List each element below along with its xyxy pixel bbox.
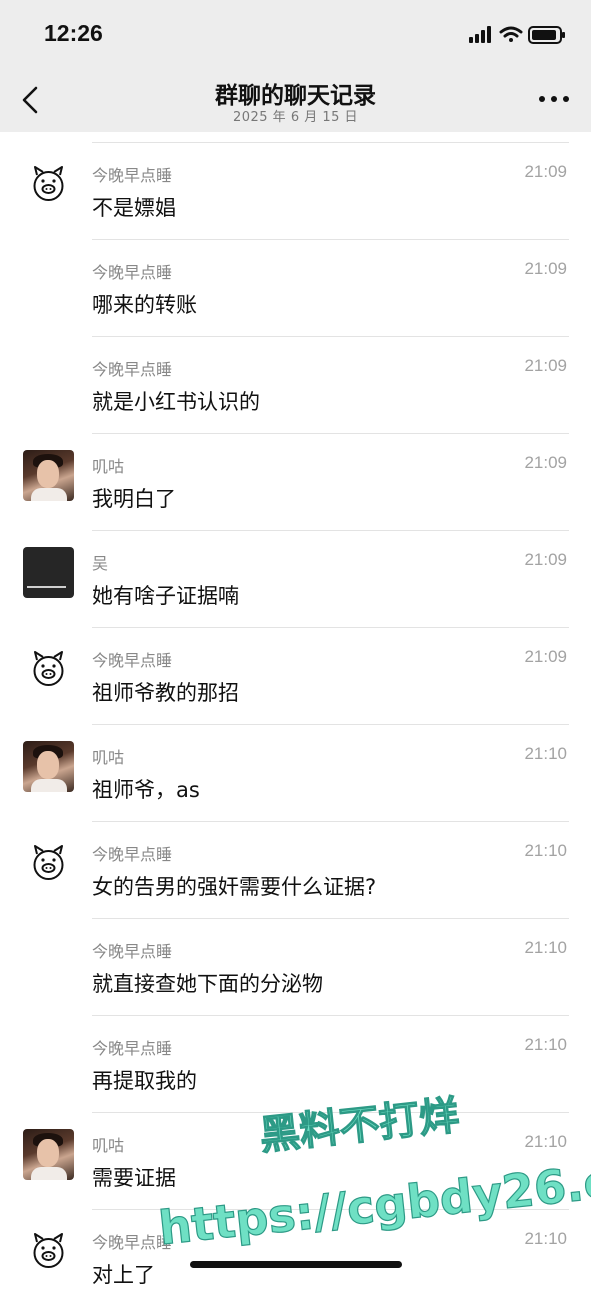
chat-message-row[interactable]: 吴 21:09 她有啥子证据喃	[0, 530, 591, 627]
message-text: 祖师爷教的那招	[92, 681, 239, 705]
message-text: 再提取我的	[92, 1069, 197, 1093]
message-divider	[92, 530, 569, 531]
wifi-icon	[499, 26, 523, 42]
battery-icon	[528, 26, 565, 44]
message-divider	[92, 627, 569, 628]
navigation-bar: 群聊的聊天记录 2025 年 6 月 15 日	[0, 68, 591, 132]
message-sender-name: 今晚早点睡	[92, 1039, 173, 1058]
message-divider	[92, 239, 569, 240]
message-timestamp: 21:10	[524, 841, 567, 860]
more-options-icon[interactable]	[539, 96, 569, 106]
message-divider	[92, 1209, 569, 1210]
chat-message-row[interactable]: 今晚早点睡 21:10 女的告男的强奸需要什么证据?	[0, 821, 591, 918]
message-divider	[92, 336, 569, 337]
message-timestamp: 21:10	[524, 938, 567, 957]
chat-message-row[interactable]: 今晚早点睡 21:10 对上了	[0, 1209, 591, 1306]
message-timestamp: 21:09	[524, 453, 567, 472]
message-text: 她有啥子证据喃	[92, 584, 239, 608]
message-text: 对上了	[92, 1263, 155, 1287]
message-text: 不是嫖娼	[92, 196, 176, 220]
message-timestamp: 21:09	[524, 356, 567, 375]
message-timestamp: 21:09	[524, 259, 567, 278]
message-sender-name: 吴	[92, 554, 109, 573]
message-divider	[92, 918, 569, 919]
message-sender-name: 今晚早点睡	[92, 360, 173, 379]
message-timestamp: 21:09	[524, 162, 567, 181]
message-sender-name: 今晚早点睡	[92, 845, 173, 864]
message-text: 就直接查她下面的分泌物	[92, 972, 323, 996]
chat-message-row[interactable]: 今晚早点睡 21:09 不是嫖娼	[0, 142, 591, 239]
pig-avatar-icon[interactable]	[23, 838, 74, 889]
message-sender-name: 今晚早点睡	[92, 1233, 173, 1252]
message-timestamp: 21:09	[524, 647, 567, 666]
message-timestamp: 21:10	[524, 1132, 567, 1151]
home-indicator[interactable]	[190, 1261, 402, 1268]
message-text: 女的告男的强奸需要什么证据?	[92, 875, 377, 899]
status-bar: 12:26	[0, 0, 591, 68]
message-divider	[92, 724, 569, 725]
pig-avatar-icon[interactable]	[23, 644, 74, 695]
chat-message-row[interactable]: 今晚早点睡 21:09 哪来的转账	[0, 239, 591, 336]
chat-message-row[interactable]: 叽咕 21:10 需要证据	[0, 1112, 591, 1209]
status-time: 12:26	[44, 20, 103, 46]
message-divider	[92, 1112, 569, 1113]
chat-message-row[interactable]: 今晚早点睡 21:10 再提取我的	[0, 1015, 591, 1112]
message-text: 祖师爷，as	[92, 778, 200, 802]
message-text: 就是小红书认识的	[92, 390, 260, 414]
message-timestamp: 21:10	[524, 744, 567, 763]
chat-history-list: 今晚早点睡 21:09 不是嫖娼 今晚早点睡 21:09 哪来的转账 今晚早点睡 21:09 就…	[0, 142, 591, 1306]
message-timestamp: 21:09	[524, 550, 567, 569]
message-sender-name: 今晚早点睡	[92, 166, 173, 185]
message-sender-name: 今晚早点睡	[92, 263, 173, 282]
message-divider	[92, 433, 569, 434]
user-photo-avatar[interactable]	[23, 741, 74, 792]
pig-avatar-icon[interactable]	[23, 159, 74, 210]
page-title: 群聊的聊天记录	[215, 83, 376, 109]
message-sender-name: 叽咕	[92, 457, 125, 476]
user-photo-avatar[interactable]	[23, 1129, 74, 1180]
pig-avatar-icon[interactable]	[23, 1226, 74, 1277]
message-sender-name: 今晚早点睡	[92, 942, 173, 961]
chat-message-row[interactable]: 今晚早点睡 21:10 就直接查她下面的分泌物	[0, 918, 591, 1015]
message-sender-name: 叽咕	[92, 1136, 125, 1155]
cellular-signal-icon	[469, 26, 491, 43]
message-timestamp: 21:10	[524, 1229, 567, 1248]
chat-message-row[interactable]: 今晚早点睡 21:09 祖师爷教的那招	[0, 627, 591, 724]
message-sender-name: 叽咕	[92, 748, 125, 767]
chat-message-row[interactable]: 叽咕 21:09 我明白了	[0, 433, 591, 530]
message-divider	[92, 821, 569, 822]
user-photo-avatar[interactable]	[23, 450, 74, 501]
page-subtitle-date: 2025 年 6 月 15 日	[232, 110, 359, 125]
message-sender-name: 今晚早点睡	[92, 651, 173, 670]
message-text: 需要证据	[92, 1166, 176, 1190]
message-divider	[92, 1015, 569, 1016]
message-text: 哪来的转账	[92, 293, 197, 317]
chat-message-row[interactable]: 叽咕 21:10 祖师爷，as	[0, 724, 591, 821]
message-divider	[92, 142, 569, 143]
status-icons	[469, 26, 565, 44]
message-timestamp: 21:10	[524, 1035, 567, 1054]
chat-message-row[interactable]: 今晚早点睡 21:09 就是小红书认识的	[0, 336, 591, 433]
dark-avatar[interactable]	[23, 547, 74, 598]
message-text: 我明白了	[92, 487, 176, 511]
